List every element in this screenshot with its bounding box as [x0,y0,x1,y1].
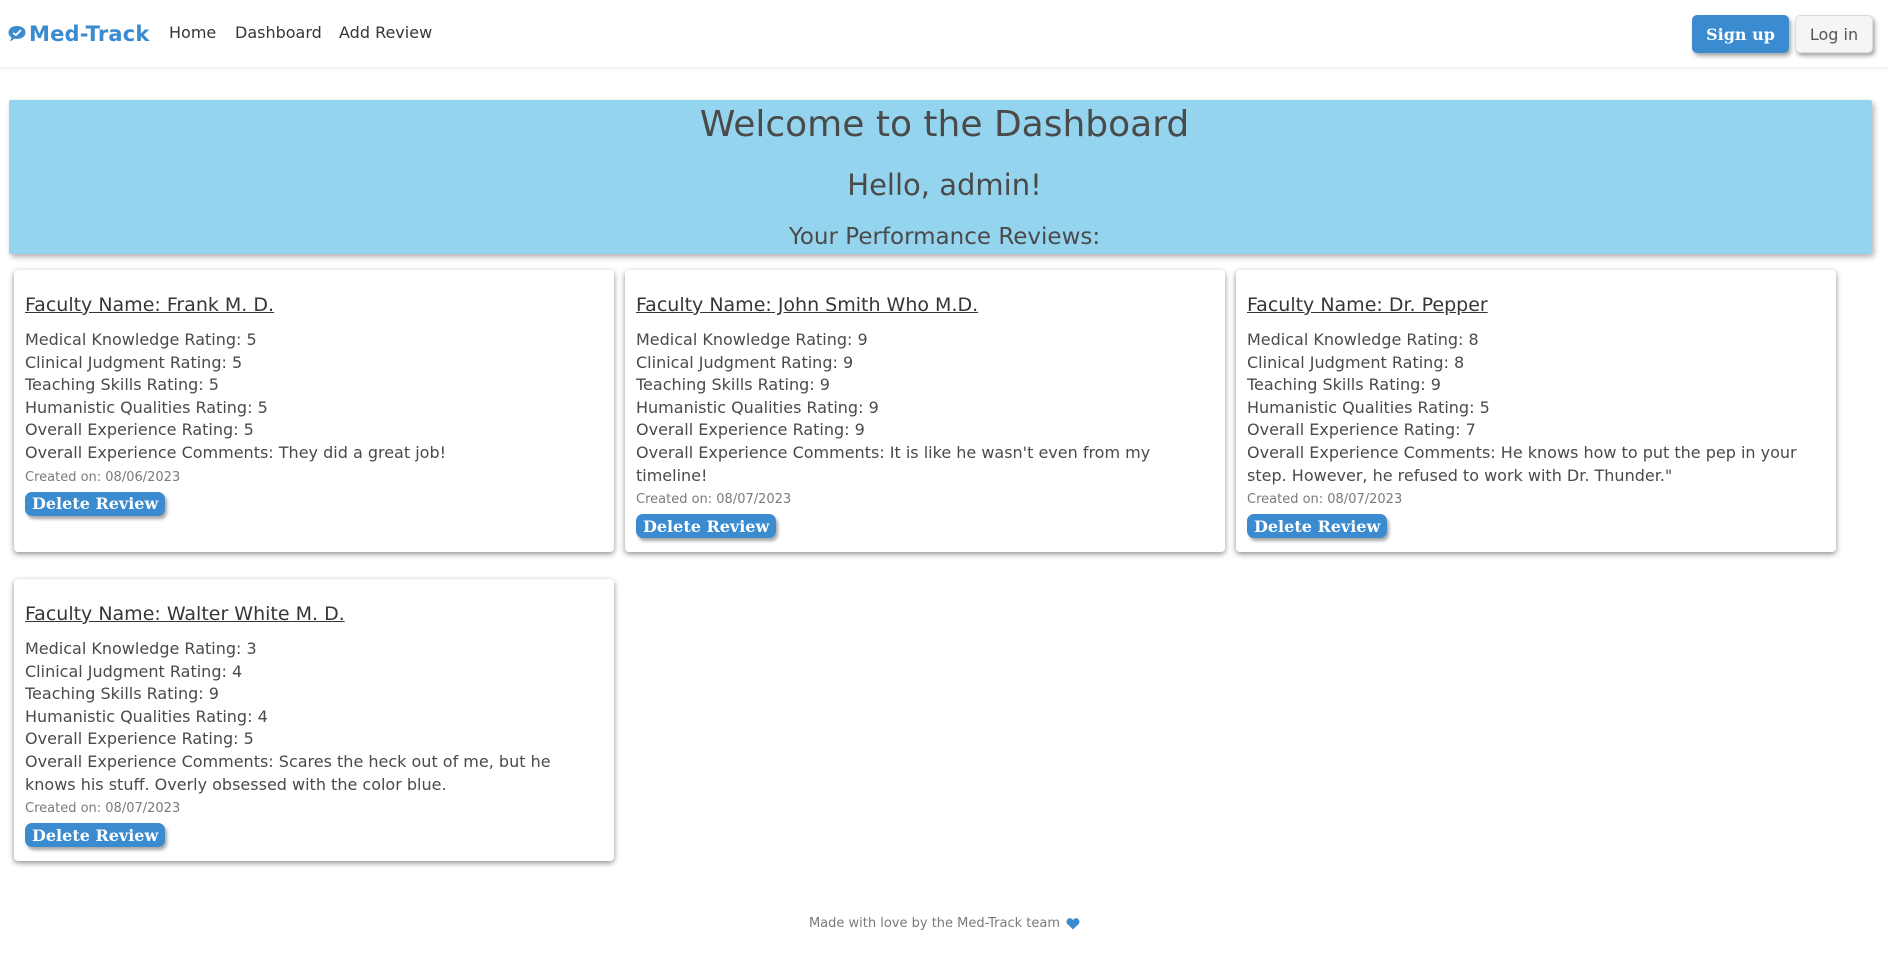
footer: Made with love by the Med-Track team [0,916,1889,931]
footer-text: Made with love by the Med-Track team [808,916,1061,931]
medical-knowledge-rating: Medical Knowledge Rating: 8 [1247,330,1479,349]
nav-link-add-review[interactable]: Add Review [339,23,432,43]
humanistic-qualities-rating: Humanistic Qualities Rating: 5 [1247,397,1490,417]
overall-experience-rating: Overall Experience Rating: 9 [636,420,865,440]
review-card: Faculty Name: Dr. Pepper Medical Knowled… [1236,270,1836,552]
delete-review-button[interactable]: Delete Review [25,823,166,848]
medical-knowledge-rating: Medical Knowledge Rating: 3 [25,639,257,658]
page-title: Welcome to the Dashboard [699,104,1190,145]
clinical-judgment-rating: Clinical Judgment Rating: 8 [1247,352,1465,372]
teaching-skills-rating: Teaching Skills Rating: 5 [25,375,219,395]
login-button[interactable]: Log in [1795,15,1873,53]
brand-name: Med-Track [29,22,150,46]
overall-experience-comments: Overall Experience Comments: They did a … [25,442,447,462]
navbar: Med-Track Home Dashboard Add Review Sign… [0,0,1889,67]
teaching-skills-rating: Teaching Skills Rating: 9 [636,375,830,395]
greeting: Hello, admin! [847,168,1042,202]
humanistic-qualities-rating: Humanistic Qualities Rating: 4 [25,706,268,726]
faculty-name-link[interactable]: Faculty Name: Dr. Pepper [1247,292,1825,318]
humanistic-qualities-rating: Humanistic Qualities Rating: 9 [636,397,879,417]
heart-icon [1066,918,1080,930]
review-card: Faculty Name: Walter White M. D. Medical… [14,579,614,861]
nav-link-home[interactable]: Home [169,23,216,43]
overall-experience-comments: Overall Experience Comments: It is like … [636,442,1151,485]
overall-experience-rating: Overall Experience Rating: 5 [25,420,254,440]
created-date: Created on: 08/07/2023 [25,801,181,817]
reviews-heading: Your Performance Reviews: [788,224,1101,250]
nav-link-dashboard[interactable]: Dashboard [235,23,322,43]
delete-review-button[interactable]: Delete Review [1247,514,1388,539]
speech-bubble-icon [8,26,26,42]
created-date: Created on: 08/06/2023 [25,469,181,485]
teaching-skills-rating: Teaching Skills Rating: 9 [1247,375,1441,395]
review-card: Faculty Name: Frank M. D. Medical Knowle… [14,270,614,552]
medical-knowledge-rating: Medical Knowledge Rating: 5 [25,330,257,349]
review-card: Faculty Name: John Smith Who M.D. Medica… [625,270,1225,552]
faculty-name-link[interactable]: Faculty Name: John Smith Who M.D. [636,292,1214,318]
delete-review-button[interactable]: Delete Review [25,491,166,516]
teaching-skills-rating: Teaching Skills Rating: 9 [25,684,219,704]
overall-experience-comments: Overall Experience Comments: Scares the … [25,751,551,794]
overall-experience-rating: Overall Experience Rating: 5 [25,729,254,749]
overall-experience-comments: Overall Experience Comments: He knows ho… [1247,442,1797,485]
medical-knowledge-rating: Medical Knowledge Rating: 9 [636,330,868,349]
faculty-name-link[interactable]: Faculty Name: Frank M. D. [25,292,603,318]
created-date: Created on: 08/07/2023 [1247,492,1403,508]
clinical-judgment-rating: Clinical Judgment Rating: 4 [25,661,243,681]
signup-button[interactable]: Sign up [1692,15,1789,53]
overall-experience-rating: Overall Experience Rating: 7 [1247,420,1476,440]
delete-review-button[interactable]: Delete Review [636,514,777,539]
created-date: Created on: 08/07/2023 [636,492,792,508]
brand-logo-link[interactable]: Med-Track [7,19,150,49]
clinical-judgment-rating: Clinical Judgment Rating: 5 [25,352,243,372]
humanistic-qualities-rating: Humanistic Qualities Rating: 5 [25,397,268,417]
faculty-name-link[interactable]: Faculty Name: Walter White M. D. [25,601,603,627]
clinical-judgment-rating: Clinical Judgment Rating: 9 [636,352,854,372]
